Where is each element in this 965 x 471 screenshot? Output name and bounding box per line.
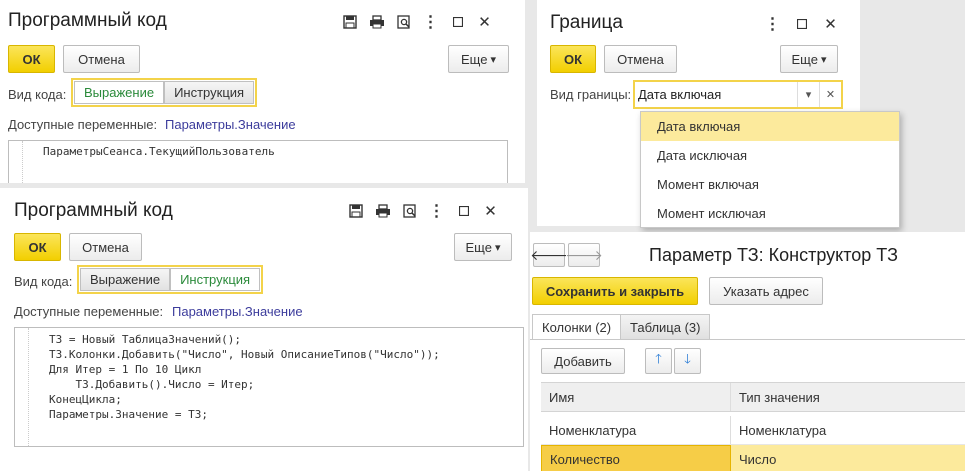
table-header: Имя Тип значения: [541, 383, 965, 412]
save-close-button[interactable]: Сохранить и закрыть: [532, 277, 698, 305]
tab-table[interactable]: Таблица (3): [620, 314, 711, 340]
maximize-icon[interactable]: [792, 14, 811, 33]
table-constructor-window: 🡐 🡒 Параметр ТЗ: Конструктор ТЗ Сохранит…: [530, 232, 965, 471]
option-date-inclusive[interactable]: Дата включая: [641, 112, 899, 141]
window-title: Программный код: [8, 10, 167, 31]
print-icon[interactable]: [373, 201, 392, 220]
ok-button[interactable]: ОК: [14, 233, 61, 261]
line-gutter: [9, 141, 23, 183]
preview-icon[interactable]: [400, 201, 419, 220]
header-type[interactable]: Тип значения: [731, 383, 965, 411]
forward-button[interactable]: 🡒: [565, 243, 603, 267]
arrow-right-icon: 🡒: [565, 246, 603, 263]
code-editor[interactable]: ТЗ = Новый ТаблицаЗначений(); ТЗ.Колонки…: [14, 327, 524, 447]
clear-icon[interactable]: ✕: [819, 82, 841, 107]
cell-type[interactable]: Номенклатура: [731, 416, 965, 444]
table-row-selected[interactable]: Количество Число: [541, 445, 965, 471]
save-icon[interactable]: [340, 12, 359, 31]
window-toolbar: ⋮ ✕: [346, 201, 500, 220]
arrow-up-icon: 🡑: [655, 351, 662, 366]
columns-table: Имя Тип значения Номенклатура Номенклату…: [541, 382, 965, 471]
tab-columns[interactable]: Колонки (2): [532, 314, 622, 340]
more-button[interactable]: Еще: [454, 233, 512, 261]
cell-name[interactable]: Номенклатура: [541, 416, 731, 444]
arrow-left-icon: 🡐: [530, 246, 568, 263]
arrow-down-icon: 🡓: [684, 351, 691, 366]
dropdown-icon[interactable]: ▾: [797, 82, 819, 107]
print-icon[interactable]: [367, 12, 386, 31]
vars-link[interactable]: Параметры.Значение: [172, 304, 303, 319]
table-row[interactable]: Номенклатура Номенклатура: [541, 416, 965, 445]
code-editor[interactable]: ПараметрыСеанса.ТекущийПользователь: [8, 140, 508, 183]
code-kind-label: Вид кода:: [8, 87, 67, 102]
option-date-exclusive[interactable]: Дата исключая: [641, 141, 899, 170]
vars-link[interactable]: Параметры.Значение: [165, 117, 296, 132]
window-title: Программный код: [14, 200, 173, 221]
vars-label: Доступные переменные:: [8, 117, 158, 132]
code-window-instruction: Программный код ⋮ ✕ ОК Отмена Еще Вид ко…: [0, 188, 528, 471]
tab-strip-line: [530, 339, 965, 340]
code-text: ТЗ = Новый ТаблицаЗначений(); ТЗ.Колонки…: [49, 333, 440, 421]
move-down-button[interactable]: 🡓: [674, 348, 701, 374]
cell-type[interactable]: Число: [731, 445, 965, 471]
close-icon[interactable]: ✕: [481, 201, 500, 220]
maximize-icon[interactable]: [448, 12, 467, 31]
set-address-button[interactable]: Указать адрес: [709, 277, 823, 305]
cancel-button[interactable]: Отмена: [604, 45, 677, 73]
tab-instruction[interactable]: Инструкция: [170, 268, 261, 291]
more-vert-icon[interactable]: ⋮: [763, 14, 782, 33]
cell-name[interactable]: Количество: [541, 445, 731, 471]
more-button[interactable]: Еще: [448, 45, 509, 73]
close-icon[interactable]: ✕: [475, 12, 494, 31]
window-toolbar: ⋮ ✕: [763, 14, 840, 33]
tab-expression[interactable]: Выражение: [80, 268, 171, 291]
code-text: ПараметрыСеанса.ТекущийПользователь: [43, 145, 275, 158]
ok-button[interactable]: ОК: [550, 45, 596, 73]
cancel-button[interactable]: Отмена: [63, 45, 140, 73]
code-kind-label: Вид кода:: [14, 274, 73, 289]
tab-expression[interactable]: Выражение: [74, 81, 165, 104]
boundary-value: Дата включая: [638, 87, 722, 102]
maximize-icon[interactable]: [454, 201, 473, 220]
add-button[interactable]: Добавить: [541, 348, 625, 374]
more-vert-icon[interactable]: ⋮: [421, 12, 440, 31]
back-button[interactable]: 🡐: [530, 243, 568, 267]
option-moment-inclusive[interactable]: Момент включая: [641, 170, 899, 199]
option-moment-exclusive[interactable]: Момент исключая: [641, 199, 899, 227]
move-up-button[interactable]: 🡑: [645, 348, 672, 374]
save-icon[interactable]: [346, 201, 365, 220]
code-window-expression: Программный код ⋮ ✕ ОК Отмена Еще Вид ко…: [0, 0, 525, 183]
tab-instruction[interactable]: Инструкция: [164, 81, 255, 104]
code-kind-toggle: Выражение Инструкция: [77, 265, 264, 294]
preview-icon[interactable]: [394, 12, 413, 31]
window-toolbar: ⋮ ✕: [340, 12, 494, 31]
boundary-select[interactable]: Дата включая ▾ ✕: [633, 80, 843, 109]
close-icon[interactable]: ✕: [821, 14, 840, 33]
more-vert-icon[interactable]: ⋮: [427, 201, 446, 220]
more-button[interactable]: Еще: [780, 45, 838, 73]
ok-button[interactable]: ОК: [8, 45, 55, 73]
code-kind-toggle: Выражение Инструкция: [71, 78, 258, 107]
line-gutter: [15, 328, 29, 446]
cancel-button[interactable]: Отмена: [69, 233, 142, 261]
vars-label: Доступные переменные:: [14, 304, 164, 319]
window-title: Граница: [550, 12, 623, 33]
window-title: Параметр ТЗ: Конструктор ТЗ: [649, 245, 898, 265]
boundary-label: Вид границы:: [550, 87, 632, 102]
header-name[interactable]: Имя: [541, 383, 731, 411]
boundary-dropdown: Дата включая Дата исключая Момент включа…: [640, 111, 900, 228]
